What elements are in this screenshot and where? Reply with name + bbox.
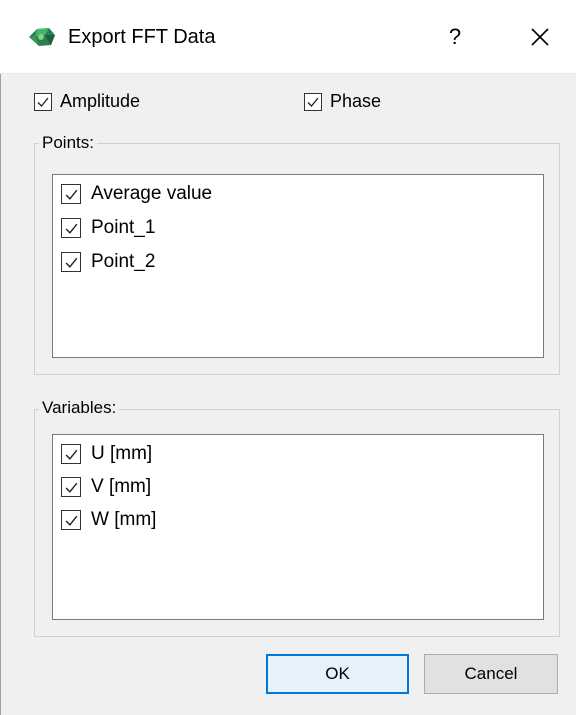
list-item-label: W [mm] xyxy=(91,509,157,530)
close-button[interactable] xyxy=(515,14,565,60)
app-icon xyxy=(27,25,57,49)
dialog-title: Export FFT Data xyxy=(68,26,216,48)
check-icon xyxy=(65,449,77,460)
check-icon xyxy=(65,257,77,268)
list-item-average-value[interactable]: Average value xyxy=(61,183,212,205)
list-item-label: Point_2 xyxy=(91,251,156,272)
checkbox-box xyxy=(61,510,81,530)
help-label: ? xyxy=(448,24,462,49)
list-item-point-1[interactable]: Point_1 xyxy=(61,217,155,239)
title-bar: Export FFT Data ? xyxy=(0,0,576,74)
cancel-button[interactable]: Cancel xyxy=(424,654,558,694)
checkbox-box xyxy=(61,252,81,272)
variables-group-label: Variables: xyxy=(39,398,120,418)
phase-checkbox[interactable]: Phase xyxy=(304,91,381,112)
check-icon xyxy=(65,189,77,200)
ok-button[interactable]: OK xyxy=(266,654,409,694)
phase-label: Phase xyxy=(330,91,382,111)
checkbox-box xyxy=(304,92,322,111)
help-button[interactable]: ? xyxy=(433,14,477,60)
list-item-label: Average value xyxy=(91,183,213,204)
checkbox-box xyxy=(34,92,52,111)
checkbox-box xyxy=(61,477,81,497)
check-icon xyxy=(307,97,319,107)
list-item-w[interactable]: W [mm] xyxy=(61,509,156,531)
amplitude-checkbox[interactable]: Amplitude xyxy=(34,91,140,112)
list-item-v[interactable]: V [mm] xyxy=(61,476,151,498)
amplitude-label: Amplitude xyxy=(60,91,141,111)
checkbox-box xyxy=(61,444,81,464)
variables-list[interactable]: U [mm] V [mm] W [mm] xyxy=(52,434,544,620)
list-item-label: U [mm] xyxy=(91,443,153,464)
window-left-border xyxy=(0,74,1,715)
check-icon xyxy=(37,97,49,107)
points-list[interactable]: Average value Point_1 Point_2 xyxy=(52,174,544,358)
check-icon xyxy=(65,223,77,234)
check-icon xyxy=(65,515,77,526)
close-icon xyxy=(531,28,549,46)
checkbox-box xyxy=(61,218,81,238)
points-group-label: Points: xyxy=(39,133,97,153)
list-item-label: Point_1 xyxy=(91,217,156,238)
check-icon xyxy=(65,482,77,493)
ok-label: OK xyxy=(325,664,350,683)
checkbox-box xyxy=(61,184,81,204)
list-item-u[interactable]: U [mm] xyxy=(61,443,152,465)
cancel-label: Cancel xyxy=(464,664,518,683)
list-item-point-2[interactable]: Point_2 xyxy=(61,251,155,273)
list-item-label: V [mm] xyxy=(91,476,152,497)
